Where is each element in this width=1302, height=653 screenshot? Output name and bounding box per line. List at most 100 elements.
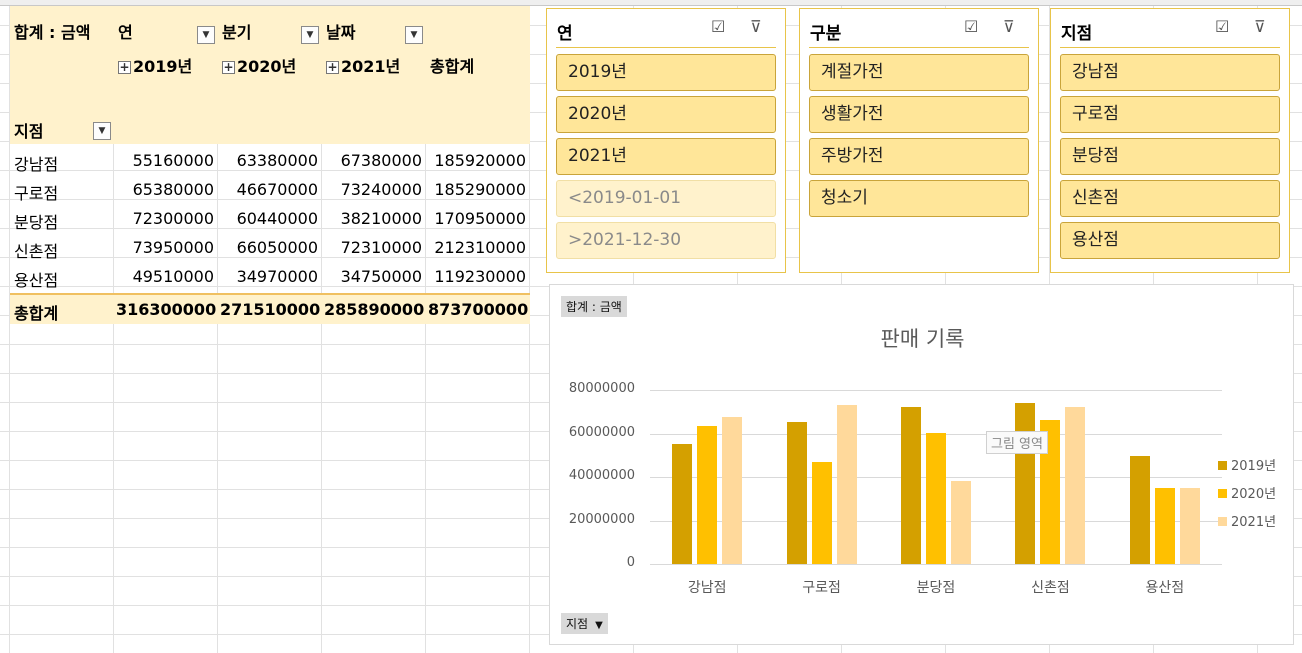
year-filter-dropdown-icon[interactable]: ▼ [197, 26, 215, 44]
pivot-value-cell[interactable]: 63380000 [220, 151, 318, 170]
bar-2019년-구로점[interactable] [786, 421, 807, 564]
legend-entry[interactable]: 2020년 [1218, 483, 1276, 502]
bar-2019년-강남점[interactable] [672, 444, 693, 564]
bar-2020년-용산점[interactable] [1154, 487, 1175, 564]
chart-value-field-button[interactable]: 합계 : 금액 [561, 296, 627, 317]
pivot-branch-label[interactable]: 분당점 [14, 209, 58, 233]
clear-filter-icon[interactable]: ⊽ [750, 17, 762, 36]
pivot-branch-label[interactable]: 용산점 [14, 267, 58, 291]
legend-entry[interactable]: 2021년 [1218, 511, 1276, 530]
pivot-date-field[interactable]: 날짜 [326, 19, 355, 43]
pivot-value-cell[interactable]: 34750000 [324, 267, 422, 286]
pivot-value-cell[interactable]: 72310000 [324, 238, 422, 257]
pivot-value-cell[interactable]: 72300000 [116, 209, 214, 228]
pivot-value-cell[interactable]: 65380000 [116, 180, 214, 199]
bar-2020년-구로점[interactable] [811, 462, 832, 564]
pivot-row-field-label[interactable]: 지점 [14, 118, 43, 142]
chart-axis-field-button[interactable]: 지점 ▼ [561, 613, 608, 634]
bar-2020년-분당점[interactable] [926, 432, 946, 564]
slicer-item[interactable]: 용산점 [1060, 222, 1280, 259]
pivot-value-cell[interactable]: 46670000 [220, 180, 318, 199]
bar-2019년-용산점[interactable] [1129, 456, 1150, 564]
expand-plus-icon[interactable]: + [222, 61, 235, 74]
bar-2019년-신촌점[interactable] [1015, 403, 1036, 564]
slicer-title: 연 [557, 24, 573, 44]
clear-filter-icon[interactable]: ⊽ [1254, 17, 1266, 36]
pivot-value-cell[interactable]: 73950000 [116, 238, 214, 257]
quarter-filter-dropdown-icon[interactable]: ▼ [301, 26, 319, 44]
pivot-value-cell[interactable]: 185290000 [428, 180, 526, 199]
expand-plus-icon[interactable]: + [118, 61, 131, 74]
pivot-value-cell[interactable]: 67380000 [324, 151, 422, 170]
clear-filter-icon[interactable]: ⊽ [1003, 17, 1015, 36]
multi-select-icon[interactable]: ☑ [1215, 17, 1229, 36]
bar-2021년-강남점[interactable] [722, 417, 743, 564]
pivot-value-cell[interactable]: 60440000 [220, 209, 318, 228]
multi-select-icon[interactable]: ☑ [711, 17, 725, 36]
pivot-data-row[interactable]: 구로점 65380000 46670000 73240000 185290000 [10, 175, 530, 204]
pivot-chart[interactable]: 합계 : 금액 판매 기록 0 20000000 40000000 60000000 8… [549, 284, 1294, 645]
grand-total-all: 873700000 [428, 300, 529, 319]
slicer-item[interactable]: 2020년 [556, 96, 776, 133]
y-tick-label: 40000000 [568, 468, 635, 483]
pivot-col-grand-total[interactable]: 총합계 [430, 53, 474, 77]
legend-label: 2021년 [1231, 515, 1277, 530]
pivot-col-2019[interactable]: +2019년 [118, 53, 192, 77]
pivot-data-row[interactable]: 분당점 72300000 60440000 38210000 170950000 [10, 204, 530, 233]
pivot-year-field[interactable]: 연 [118, 19, 133, 43]
slicer-item[interactable]: 주방가전 [809, 138, 1029, 175]
slicer-item[interactable]: >2021-12-30 [556, 222, 776, 259]
branch-filter-dropdown-icon[interactable]: ▼ [93, 122, 111, 140]
bar-2020년-강남점[interactable] [697, 426, 718, 564]
pivot-branch-label[interactable]: 신촌점 [14, 238, 58, 262]
slicer-divider [1060, 47, 1280, 48]
slicer-item[interactable]: 신촌점 [1060, 180, 1280, 217]
slicer-item[interactable]: <2019-01-01 [556, 180, 776, 217]
date-filter-dropdown-icon[interactable]: ▼ [405, 26, 423, 44]
gridline [650, 390, 1222, 391]
grand-total-2019: 316300000 [116, 300, 217, 319]
slicer-item[interactable]: 강남점 [1060, 54, 1280, 91]
slicer-item[interactable]: 생활가전 [809, 96, 1029, 133]
multi-select-icon[interactable]: ☑ [964, 17, 978, 36]
pivot-sum-label[interactable]: 합계 : 금액 [14, 19, 90, 43]
pivot-value-cell[interactable]: 73240000 [324, 180, 422, 199]
pivot-col-2020[interactable]: +2020년 [222, 53, 296, 77]
pivot-quarter-field[interactable]: 분기 [222, 19, 251, 43]
slicer-item[interactable]: 2019년 [556, 54, 776, 91]
pivot-data-row[interactable]: 신촌점 73950000 66050000 72310000 212310000 [10, 233, 530, 262]
pivot-value-cell[interactable]: 185920000 [428, 151, 526, 170]
slicer-panel[interactable]: 연 ☑ ⊽ 2019년 2020년 2021년 <2019-01-01 >2021-12-30 [546, 8, 786, 273]
pivot-data-row[interactable]: 용산점 49510000 34970000 34750000 119230000 [10, 262, 530, 291]
bar-2021년-신촌점[interactable] [1065, 406, 1086, 564]
bar-2021년-분당점[interactable] [951, 480, 971, 564]
slicer-item[interactable]: 계절가전 [809, 54, 1029, 91]
pivot-value-cell[interactable]: 38210000 [324, 209, 422, 228]
bar-2021년-용산점[interactable] [1179, 488, 1200, 564]
slicer-panel[interactable]: 지점 ☑ ⊽ 강남점 구로점 분당점 신촌점 용산점 [1050, 8, 1290, 273]
slicer-item[interactable]: 청소기 [809, 180, 1029, 217]
expand-plus-icon[interactable]: + [326, 61, 339, 74]
pivot-value-cell[interactable]: 66050000 [220, 238, 318, 257]
pivot-value-cell[interactable]: 49510000 [116, 267, 214, 286]
pivot-branch-label[interactable]: 강남점 [14, 151, 58, 175]
y-tick-label: 80000000 [568, 381, 635, 396]
pivot-grand-total-row[interactable]: 총합계 316300000 271510000 285890000 873700… [10, 293, 530, 324]
pivot-value-cell[interactable]: 212310000 [428, 238, 526, 257]
slicer-panel[interactable]: 구분 ☑ ⊽ 계절가전 생활가전 주방가전 청소기 [799, 8, 1039, 273]
pivot-value-cell[interactable]: 170950000 [428, 209, 526, 228]
pivot-value-cell[interactable]: 55160000 [116, 151, 214, 170]
slicer-item[interactable]: 2021년 [556, 138, 776, 175]
chart-title[interactable]: 판매 기록 [550, 323, 1295, 353]
pivot-value-cell[interactable]: 34970000 [220, 267, 318, 286]
pivot-col-2021[interactable]: +2021년 [326, 53, 400, 77]
legend-entry[interactable]: 2019년 [1218, 455, 1276, 474]
slicer-item[interactable]: 분당점 [1060, 138, 1280, 175]
pivot-branch-label[interactable]: 구로점 [14, 180, 58, 204]
bar-2019년-분당점[interactable] [901, 406, 921, 564]
slicer-item[interactable]: 구로점 [1060, 96, 1280, 133]
bar-2021년-구로점[interactable] [836, 404, 857, 564]
pivot-data-row[interactable]: 강남점 55160000 63380000 67380000 185920000 [10, 146, 530, 175]
x-tick-label: 분당점 [916, 580, 956, 596]
pivot-value-cell[interactable]: 119230000 [428, 267, 526, 286]
